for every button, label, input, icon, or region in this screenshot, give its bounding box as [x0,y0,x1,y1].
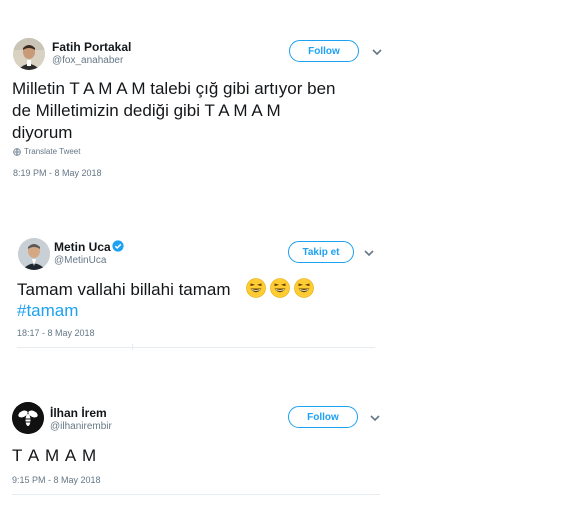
user-handle[interactable]: @MetinUca [54,255,106,266]
avatar[interactable] [18,238,50,270]
avatar[interactable] [13,38,45,70]
verified-badge-icon [112,240,124,252]
divider [17,347,375,348]
translate-tweet-link[interactable]: Translate Tweet [13,147,80,156]
translate-label: Translate Tweet [24,147,81,156]
grinning-squinting-face-emoji-icon [294,278,314,298]
tweet-text-line: Milletin T A M A M talebi çığ gibi artıy… [12,79,336,98]
display-name[interactable]: Fatih Portakal [52,40,131,54]
follow-button[interactable]: Takip et [288,241,354,263]
divider-tick [132,344,133,350]
follow-button[interactable]: Follow [289,40,359,62]
tweet-card: Fatih Portakal @fox_anahaber Follow Mill… [0,0,569,195]
tweet-text-line: diyorum [12,123,73,142]
bee-logo-icon [12,402,44,434]
tweet-timestamp[interactable]: 8:19 PM - 8 May 2018 [13,168,102,178]
hashtag-link[interactable]: #tamam [17,300,78,321]
tweet-text-content: Tamam vallahi billahi tamam [17,280,231,299]
avatar-photo-icon [18,238,50,270]
chevron-down-icon[interactable] [368,411,382,425]
user-handle[interactable]: @ilhanirembir [50,421,112,432]
display-name[interactable]: Metin Uca [54,240,111,254]
follow-button[interactable]: Follow [288,406,358,428]
avatar[interactable] [12,402,44,434]
chevron-down-icon[interactable] [362,246,376,260]
grinning-squinting-face-emoji-icon [246,278,266,298]
avatar-photo-icon [13,38,45,70]
tweet-text-line: de Milletimizin dediği gibi T A M A M [12,101,281,120]
tweet-text: T A M A M [12,446,98,465]
globe-icon [13,147,21,156]
display-name[interactable]: İlhan İrem [50,406,107,420]
tweet-card: İlhan İrem @ilhanirembir Follow T A M A … [0,395,569,505]
tweet-text: Tamam vallahi billahi tamam [17,278,318,300]
tweet-timestamp[interactable]: 18:17 - 8 May 2018 [17,328,95,338]
divider [12,494,380,495]
grinning-squinting-face-emoji-icon [270,278,290,298]
user-handle[interactable]: @fox_anahaber [52,55,123,66]
tweet-timestamp[interactable]: 9:15 PM - 8 May 2018 [12,475,101,485]
chevron-down-icon[interactable] [370,45,384,59]
tweet-card: Metin Uca @MetinUca Takip et Tamam valla… [0,230,569,355]
